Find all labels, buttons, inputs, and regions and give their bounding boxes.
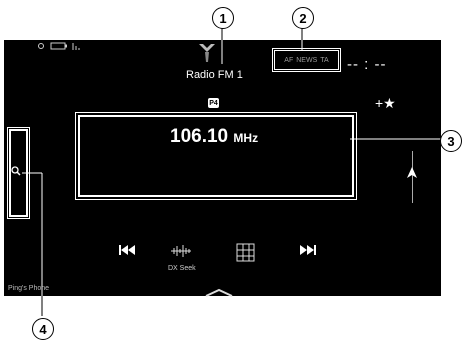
clock: -- : -- <box>347 56 387 73</box>
status-icons <box>38 42 80 50</box>
dx-seek-label: DX Seek <box>168 265 196 272</box>
previous-button[interactable] <box>118 243 136 257</box>
frequency-value: 106.10 <box>170 126 229 147</box>
bluetooth-icon <box>38 43 44 49</box>
phone-name: Ping's Phone <box>8 285 50 292</box>
af-news-ta-indicator: AF NEWS TA <box>272 48 341 72</box>
search-icon <box>11 166 21 176</box>
signal-icon <box>72 43 80 50</box>
station-logo-icon <box>199 44 215 62</box>
frequency-unit: MHz <box>233 131 259 145</box>
preset-list-button[interactable] <box>236 243 256 263</box>
bottom-handle-icon[interactable] <box>204 288 234 298</box>
dx-seek-button[interactable] <box>170 243 192 259</box>
ta-badge: TA <box>320 56 329 64</box>
up-arrow-icon[interactable] <box>406 166 418 180</box>
callout-4: 4 <box>32 318 54 340</box>
battery-icon <box>50 42 66 50</box>
next-button[interactable] <box>299 243 317 257</box>
af-badge: AF <box>284 56 294 64</box>
callout-2: 2 <box>292 7 314 29</box>
station-name: Radio FM 1 <box>186 69 243 81</box>
callout-1: 1 <box>212 7 234 29</box>
news-badge: NEWS <box>296 56 318 64</box>
callout-3: 3 <box>440 130 462 152</box>
add-favorite-button[interactable]: +★ <box>375 95 396 112</box>
frequency-text: 106.10 MHz <box>170 126 258 148</box>
preset-badge: P4 <box>208 98 219 108</box>
